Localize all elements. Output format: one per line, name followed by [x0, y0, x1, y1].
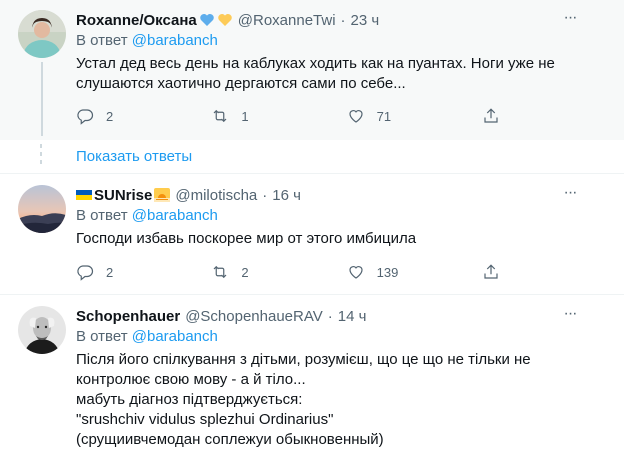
avatar-roxanne[interactable]	[18, 10, 66, 58]
retweet-icon	[213, 265, 227, 279]
reply-to-link[interactable]: @barabanch	[132, 207, 218, 224]
tweet-text-line: Після його спілкування з дітьми, розуміє…	[76, 351, 531, 368]
display-name[interactable]: Schopenhauer	[76, 308, 180, 325]
heart-icon	[349, 110, 363, 123]
separator-dot: ·	[262, 186, 268, 204]
heart-icon	[349, 266, 363, 279]
retweet-count: 1	[241, 108, 249, 124]
more-options-icon[interactable]: ···	[560, 185, 580, 205]
reply-context: В ответ @barabanch	[76, 32, 218, 49]
tweet-text-line: Господи избавь поскорее мир от этого имб…	[76, 230, 417, 247]
tweet-sunrise[interactable]: SUNrise @milotischa · 16 ч ··· В ответ @…	[0, 175, 624, 295]
user-handle[interactable]: @milotischa	[175, 187, 257, 204]
tweet-text-line: контролює свою мову - а й тіло...	[76, 371, 306, 388]
tweet-text: Після його спілкування з дітьми, розуміє…	[76, 350, 576, 450]
like-count: 71	[376, 108, 392, 124]
like-count: 139	[376, 264, 399, 280]
reply-context: В ответ @barabanch	[76, 207, 218, 224]
reply-prefix: В ответ	[76, 32, 128, 49]
ukraine-flag-icon	[76, 190, 92, 200]
tweet-actions: 2 1 71	[76, 106, 506, 126]
tweet-time[interactable]: 16 ч	[272, 187, 301, 204]
thread-dots	[39, 144, 43, 168]
reply-button[interactable]: 2	[76, 106, 176, 126]
retweet-button[interactable]: 2	[211, 262, 311, 282]
avatar-schopenhauer[interactable]	[18, 306, 66, 354]
share-icon	[484, 108, 498, 123]
reply-icon	[77, 109, 94, 125]
tweet-header: SUNrise @milotischa · 16 ч	[76, 185, 301, 205]
retweet-icon	[213, 109, 227, 123]
sunrise-icon	[154, 188, 171, 202]
share-button[interactable]	[482, 262, 506, 282]
tweet-roxanne[interactable]: Roxanne/Оксана @RoxanneTwi · 23 ч ··· В …	[0, 0, 624, 140]
retweet-count: 2	[241, 264, 249, 280]
tweet-header: Schopenhauer @SchopenhaueRAV · 14 ч	[76, 306, 366, 326]
separator-dot: ·	[327, 307, 333, 325]
user-handle[interactable]: @RoxanneTwi	[238, 12, 336, 29]
show-replies-link[interactable]: Показать ответы	[76, 148, 192, 165]
tweet-text-line: слушаются хаотично дергаются сами по себ…	[76, 75, 406, 92]
reply-button[interactable]: 2	[76, 262, 176, 282]
tweet-actions: 2 2 139	[76, 262, 506, 282]
user-handle[interactable]: @SchopenhaueRAV	[185, 308, 323, 325]
display-name[interactable]: Roxanne/Оксана	[76, 12, 197, 29]
tweet-text-line: "srushchiv vidulus splezhui Ordinarius"	[76, 411, 334, 428]
reply-count: 2	[106, 264, 114, 280]
more-options-icon[interactable]: ···	[560, 306, 580, 326]
tweet-text-line: (срущиивчемодан соплежуи обыкновенный)	[76, 431, 384, 448]
like-button[interactable]: 139	[347, 262, 447, 282]
tweet-text-line: Устал дед весь день на каблуках ходить к…	[76, 55, 555, 72]
reply-count: 2	[106, 108, 114, 124]
tweet-text: Господи избавь поскорее мир от этого имб…	[76, 229, 576, 249]
tweet-time[interactable]: 14 ч	[338, 308, 367, 325]
reply-context: В ответ @barabanch	[76, 328, 218, 345]
avatar-sunrise[interactable]	[18, 185, 66, 233]
yellow-heart-icon	[218, 14, 232, 26]
tweet-text-line: мабуть діагноз підтверджується:	[76, 391, 303, 408]
tweet-text: Устал дед весь день на каблуках ходить к…	[76, 54, 576, 94]
share-icon	[484, 264, 498, 279]
reply-prefix: В ответ	[76, 207, 128, 224]
more-options-icon[interactable]: ···	[560, 10, 580, 30]
display-name[interactable]: SUNrise	[94, 187, 152, 204]
tweet-header: Roxanne/Оксана @RoxanneTwi · 23 ч	[76, 10, 379, 30]
share-button[interactable]	[482, 106, 506, 126]
reply-to-link[interactable]: @barabanch	[132, 328, 218, 345]
thread-line	[41, 62, 43, 136]
separator-dot: ·	[340, 11, 346, 29]
blue-heart-icon	[200, 14, 214, 26]
tweet-schopenhauer[interactable]: Schopenhauer @SchopenhaueRAV · 14 ч ··· …	[0, 296, 624, 456]
retweet-button[interactable]: 1	[211, 106, 311, 126]
like-button[interactable]: 71	[347, 106, 447, 126]
reply-to-link[interactable]: @barabanch	[132, 32, 218, 49]
tweet-time[interactable]: 23 ч	[351, 12, 380, 29]
reply-prefix: В ответ	[76, 328, 128, 345]
show-replies-row[interactable]: Показать ответы	[0, 140, 624, 174]
reply-icon	[77, 265, 94, 281]
